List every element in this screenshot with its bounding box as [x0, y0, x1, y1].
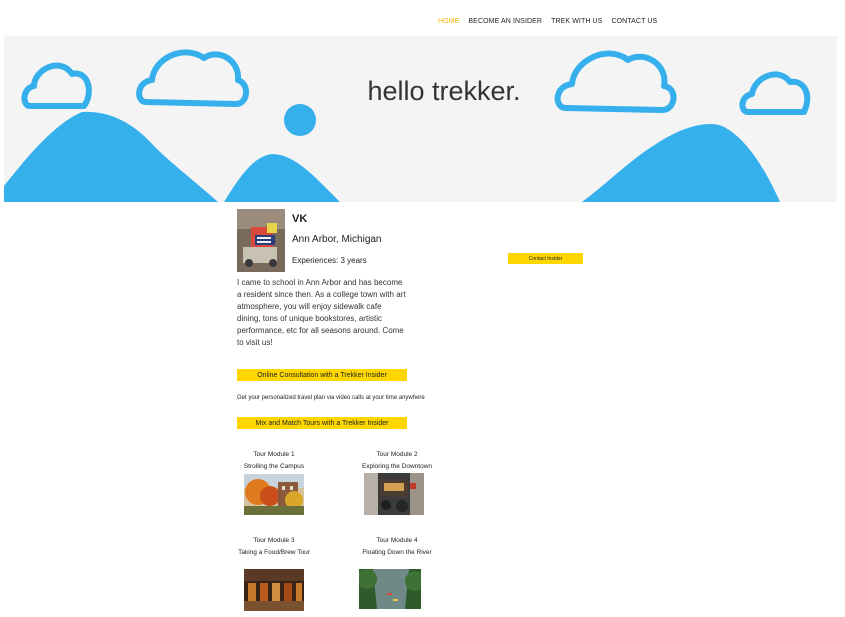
tour-module-2[interactable]: Tour Module 2 Exploring the Downtown [337, 449, 457, 473]
insider-experience: Experiences: 3 years [292, 256, 367, 265]
mountain-shape [224, 154, 340, 202]
tour-module-label: Tour Module 4 [376, 537, 418, 544]
tour-image-river[interactable] [359, 569, 421, 609]
tour-image-food-brew[interactable] [244, 569, 304, 611]
tour-module-label: Tour Module 3 [253, 537, 295, 544]
insider-name: VK [292, 213, 308, 225]
mountain-shape [4, 111, 218, 202]
tour-module-3[interactable]: Tour Module 3 Taking a Food/Brew Tour [214, 535, 334, 559]
contact-insider-button[interactable]: Contact Insider [508, 253, 583, 264]
tour-image-campus[interactable] [244, 474, 304, 515]
consultation-description: Get your personalized travel plan via vi… [237, 395, 425, 401]
insider-avatar [237, 209, 285, 272]
nav-trek-with-us[interactable]: TREK WITH US [551, 18, 602, 25]
hero-banner: hello trekker. [4, 36, 837, 202]
insider-location: Ann Arbor, Michigan [292, 234, 382, 245]
mountain-shape [582, 124, 780, 202]
tour-module-title: Floating Down the River [362, 549, 432, 556]
tour-module-title: Exploring the Downtown [361, 463, 433, 470]
tour-module-label: Tour Module 2 [376, 451, 418, 458]
tour-module-title: Strolling the Campus [243, 463, 305, 470]
tour-image-downtown[interactable] [364, 473, 424, 515]
tour-module-label: Tour Module 1 [253, 451, 295, 458]
nav-become-insider[interactable]: BECOME AN INSIDER [468, 18, 542, 25]
hero-illustration [4, 49, 811, 202]
hero-title: hello trekker. [367, 76, 521, 106]
tour-module-title: Taking a Food/Brew Tour [238, 549, 310, 556]
insider-bio: I came to school in Ann Arbor and has be… [237, 278, 406, 347]
online-consultation-button[interactable]: Online Consultation with a Trekker Insid… [237, 369, 407, 381]
sun-icon [284, 104, 316, 136]
tour-module-1[interactable]: Tour Module 1 Strolling the Campus [214, 449, 334, 473]
top-nav: HOME BECOME AN INSIDER TREK WITH US CONT… [438, 18, 666, 25]
mix-match-tours-button[interactable]: Mix and Match Tours with a Trekker Insid… [237, 417, 407, 429]
nav-contact-us[interactable]: CONTACT US [611, 18, 657, 25]
nav-home[interactable]: HOME [438, 18, 459, 25]
tour-module-4[interactable]: Tour Module 4 Floating Down the River [337, 535, 457, 559]
